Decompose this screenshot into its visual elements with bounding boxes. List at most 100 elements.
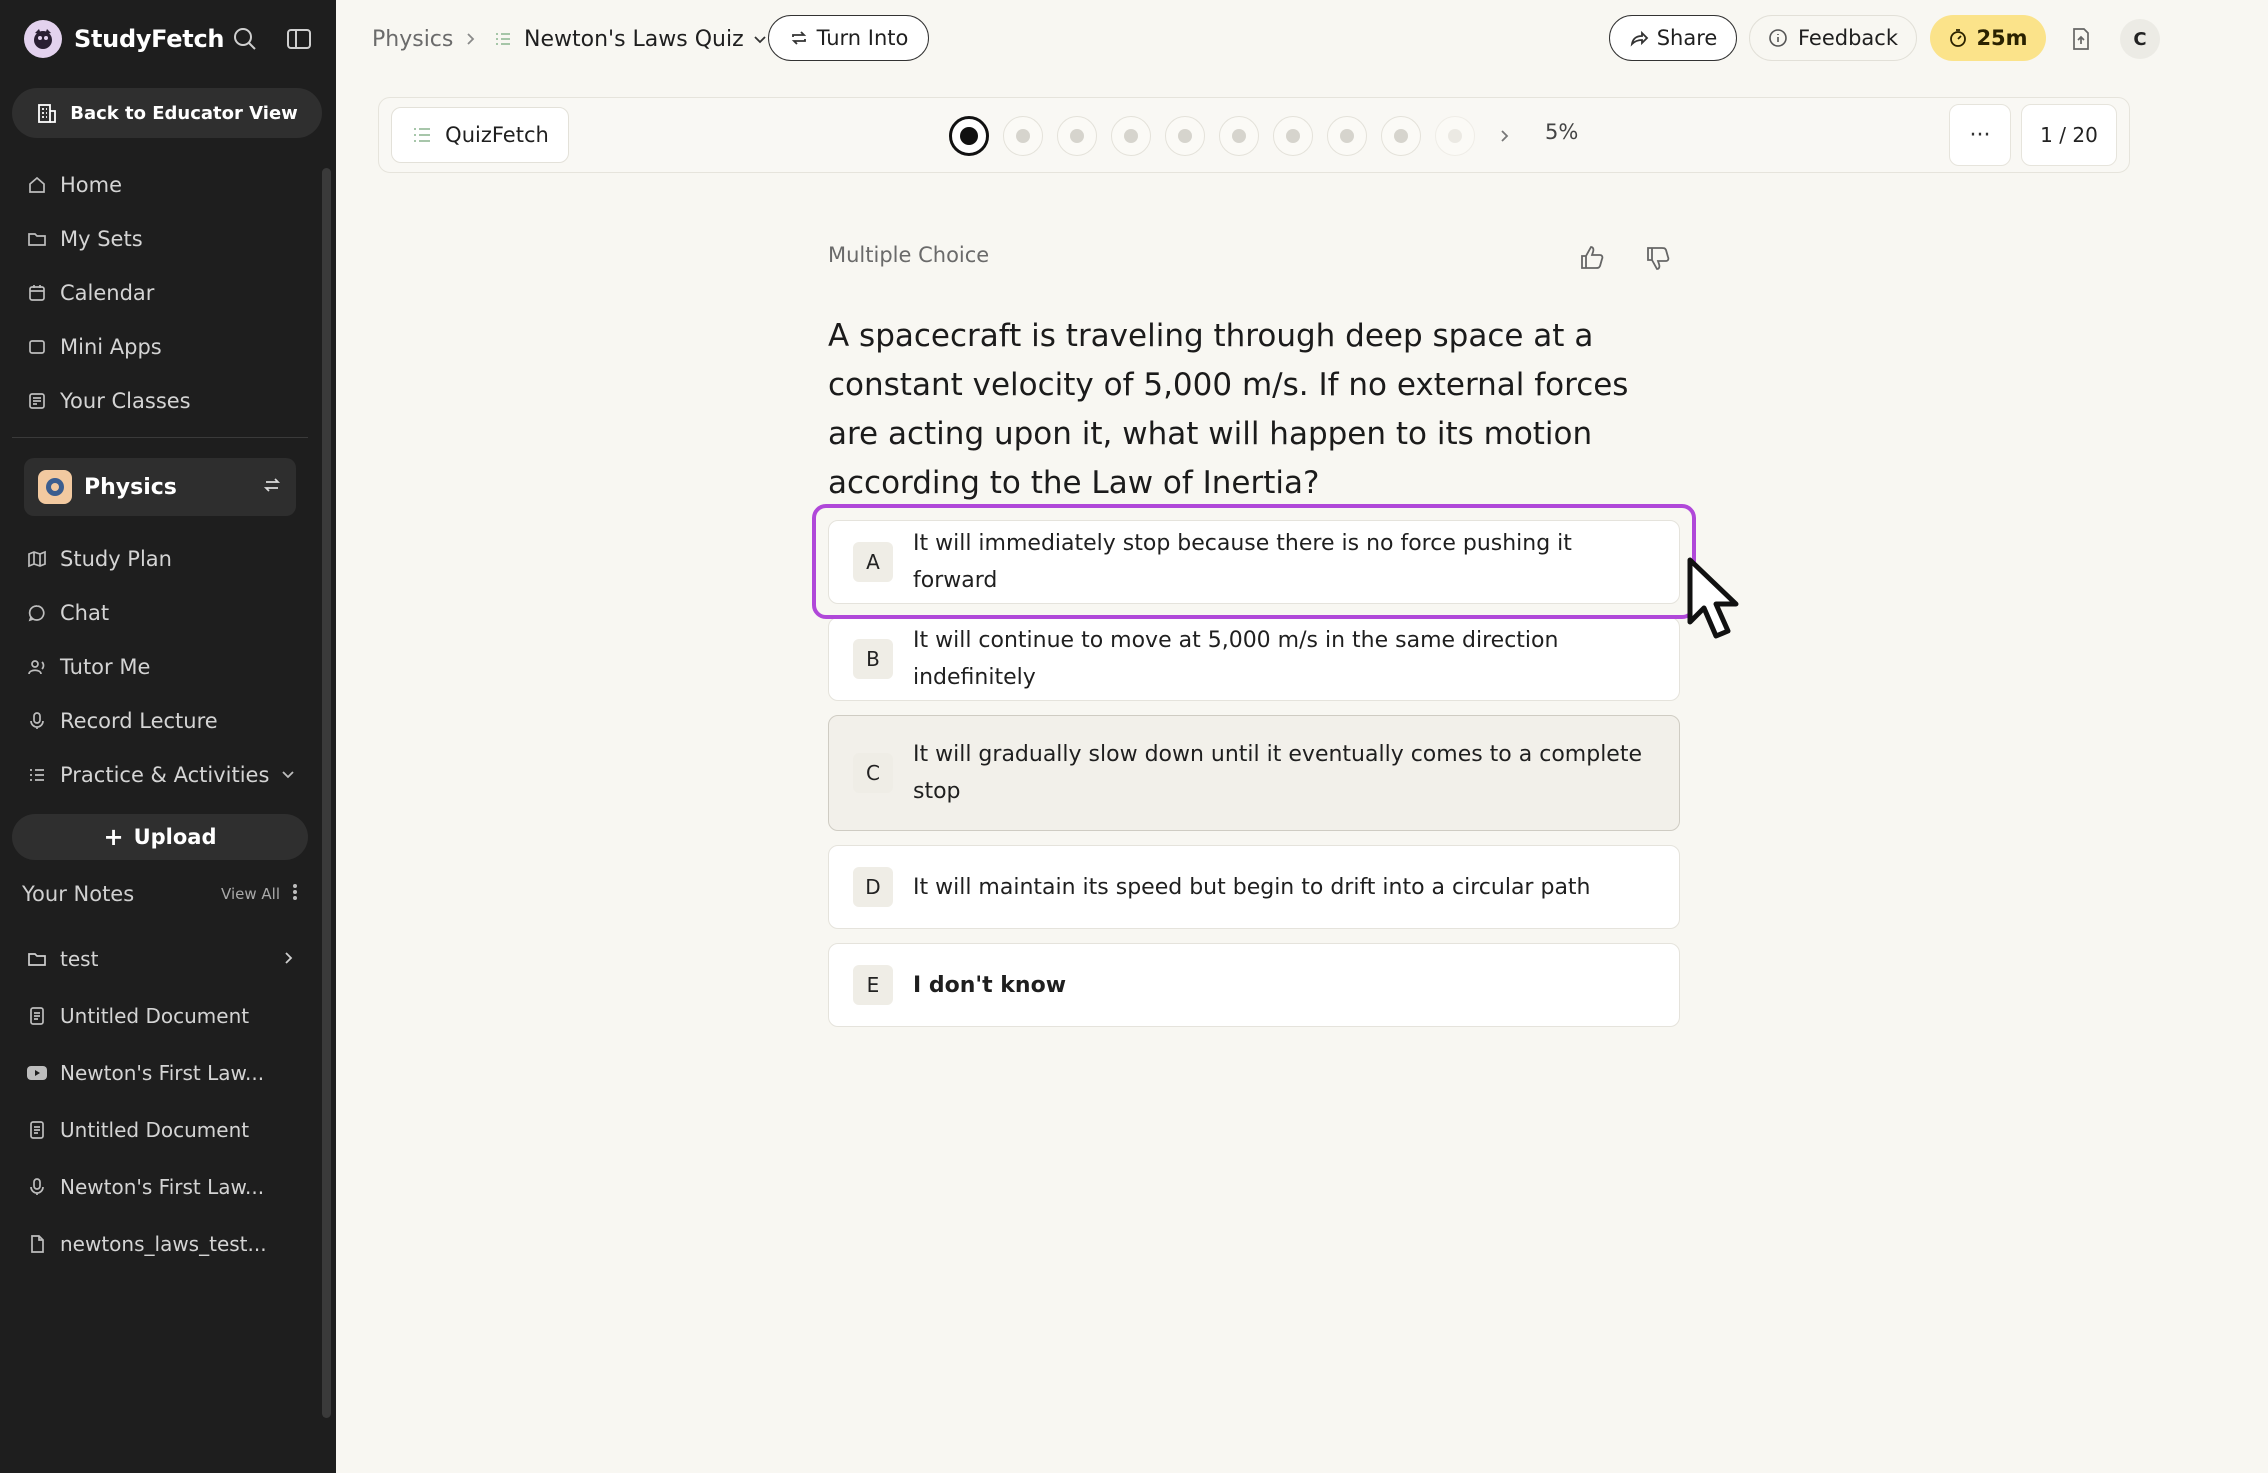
note-item[interactable]: newtons_laws_test... bbox=[26, 1227, 296, 1261]
share-icon bbox=[1629, 28, 1649, 48]
option-text: It will gradually slow down until it eve… bbox=[913, 742, 1642, 804]
quiz-list-icon bbox=[414, 128, 431, 142]
thumbs-up-icon[interactable] bbox=[1574, 240, 1610, 276]
option-letter: D bbox=[853, 867, 893, 907]
sidebar-item-label: Chat bbox=[60, 601, 110, 625]
question-dot[interactable] bbox=[1219, 116, 1259, 156]
note-item[interactable]: Newton's First Law... bbox=[26, 1170, 296, 1204]
breadcrumb-root[interactable]: Physics bbox=[372, 22, 453, 56]
sidebar-item-label: Your Classes bbox=[60, 389, 191, 413]
sidebar-item-label: Practice & Activities bbox=[60, 763, 270, 787]
option-letter: C bbox=[853, 753, 893, 793]
note-item[interactable]: Untitled Document bbox=[26, 1113, 296, 1147]
question-counter[interactable]: 1 / 20 bbox=[2021, 104, 2117, 166]
quiz-toolbar: QuizFetch 5% ··· 1 / 20 bbox=[378, 97, 2130, 173]
quizfetch-tab[interactable]: QuizFetch bbox=[391, 107, 569, 163]
more-options-button[interactable]: ··· bbox=[1949, 104, 2011, 166]
chevron-right-icon[interactable] bbox=[280, 947, 296, 971]
question-dot[interactable] bbox=[1273, 116, 1313, 156]
sidebar-item-label: Study Plan bbox=[60, 547, 172, 571]
sidebar-item-home[interactable]: Home bbox=[26, 167, 122, 203]
focus-highlight bbox=[812, 504, 1696, 619]
export-icon[interactable] bbox=[2066, 24, 2096, 54]
sidebar-item-calendar[interactable]: Calendar bbox=[26, 275, 154, 311]
turn-into-button[interactable]: Turn Into bbox=[768, 15, 929, 61]
question-dot[interactable] bbox=[1381, 116, 1421, 156]
sidebar-item-my-sets[interactable]: My Sets bbox=[26, 221, 143, 257]
option-text: It will maintain its speed but begin to … bbox=[913, 874, 1591, 900]
sidebar-item-chat[interactable]: Chat bbox=[26, 595, 109, 631]
sidebar-item-study-plan[interactable]: Study Plan bbox=[26, 541, 172, 577]
chevron-down-icon[interactable] bbox=[280, 763, 296, 787]
turn-into-label: Turn Into bbox=[816, 26, 909, 50]
timer-value: 25m bbox=[1976, 26, 2028, 50]
quiz-title: Newton's Laws Quiz bbox=[524, 26, 744, 52]
note-item[interactable]: Newton's First Law... bbox=[26, 1056, 296, 1090]
map-icon bbox=[26, 548, 48, 570]
breadcrumb-separator-icon bbox=[462, 22, 478, 56]
answer-option-c[interactable]: C It will gradually slow down until it e… bbox=[828, 715, 1680, 831]
sidebar-item-tutor-me[interactable]: Tutor Me bbox=[26, 649, 150, 685]
sidebar-scrollbar[interactable] bbox=[322, 168, 331, 1418]
notes-title: Your Notes bbox=[22, 882, 135, 906]
apps-icon bbox=[26, 336, 48, 358]
plus-icon: + bbox=[103, 823, 124, 851]
question-dot[interactable] bbox=[1057, 116, 1097, 156]
note-item-folder[interactable]: test bbox=[26, 942, 296, 976]
question-type: Multiple Choice bbox=[828, 243, 990, 267]
sidebar-item-label: Calendar bbox=[60, 281, 155, 305]
chat-icon bbox=[26, 602, 48, 624]
calendar-icon bbox=[26, 282, 48, 304]
note-item-label: Newton's First Law... bbox=[60, 1061, 265, 1085]
share-button[interactable]: Share bbox=[1609, 15, 1737, 61]
question-progress bbox=[949, 114, 1519, 158]
question-dot[interactable] bbox=[1435, 116, 1475, 156]
question-dot[interactable] bbox=[1327, 116, 1367, 156]
question-dot-current[interactable] bbox=[949, 116, 989, 156]
sidebar-item-practice-activities[interactable]: Practice & Activities bbox=[26, 757, 296, 793]
timer-button[interactable]: 25m bbox=[1930, 15, 2046, 61]
subject-switcher[interactable]: Physics bbox=[24, 458, 296, 516]
youtube-icon bbox=[26, 1062, 48, 1084]
breadcrumb-current[interactable]: Newton's Laws Quiz bbox=[494, 22, 768, 56]
info-icon bbox=[1768, 28, 1788, 48]
back-to-educator-view-button[interactable]: Back to Educator View bbox=[12, 88, 322, 138]
option-text: I don't know bbox=[913, 972, 1067, 998]
thumbs-down-icon[interactable] bbox=[1640, 240, 1676, 276]
sidebar-item-label: Home bbox=[60, 173, 123, 197]
option-text: It will continue to move at 5,000 m/s in… bbox=[913, 628, 1559, 690]
note-item[interactable]: Untitled Document bbox=[26, 999, 296, 1033]
list-icon bbox=[26, 764, 48, 786]
sidebar-toggle-icon[interactable] bbox=[282, 22, 316, 56]
back-to-educator-view-label: Back to Educator View bbox=[70, 102, 298, 124]
feedback-button[interactable]: Feedback bbox=[1749, 15, 1917, 61]
note-item-label: Untitled Document bbox=[60, 1118, 250, 1142]
answer-option-d[interactable]: D It will maintain its speed but begin t… bbox=[828, 845, 1680, 929]
upload-button[interactable]: + Upload bbox=[12, 814, 308, 860]
physics-subject-icon bbox=[38, 470, 72, 504]
search-icon[interactable] bbox=[228, 22, 262, 56]
microphone-icon bbox=[26, 710, 48, 732]
sidebar-item-label: Mini Apps bbox=[60, 335, 162, 359]
question-dot[interactable] bbox=[1165, 116, 1205, 156]
answer-option-b[interactable]: B It will continue to move at 5,000 m/s … bbox=[828, 617, 1680, 701]
chevron-down-icon bbox=[752, 31, 768, 47]
note-item-label: Newton's First Law... bbox=[60, 1175, 265, 1199]
more-vertical-icon[interactable] bbox=[292, 883, 298, 905]
sidebar-item-mini-apps[interactable]: Mini Apps bbox=[26, 329, 162, 365]
answer-option-e[interactable]: E I don't know bbox=[828, 943, 1680, 1027]
document-icon bbox=[26, 1119, 48, 1141]
quiz-list-icon bbox=[494, 30, 512, 48]
mouse-cursor-icon bbox=[1687, 557, 1739, 639]
question-text: A spacecraft is traveling through deep s… bbox=[828, 318, 1629, 501]
question-dot[interactable] bbox=[1111, 116, 1151, 156]
quizfetch-label: QuizFetch bbox=[445, 123, 549, 147]
question-dot[interactable] bbox=[1003, 116, 1043, 156]
view-all-link[interactable]: View All bbox=[221, 885, 280, 903]
sidebar-item-record-lecture[interactable]: Record Lecture bbox=[26, 703, 218, 739]
user-avatar[interactable]: C bbox=[2120, 19, 2160, 59]
sidebar-item-your-classes[interactable]: Your Classes bbox=[26, 383, 191, 419]
swap-icon[interactable] bbox=[262, 475, 282, 499]
chevron-right-icon[interactable] bbox=[1489, 128, 1519, 144]
brand[interactable]: StudyFetch bbox=[24, 20, 224, 58]
